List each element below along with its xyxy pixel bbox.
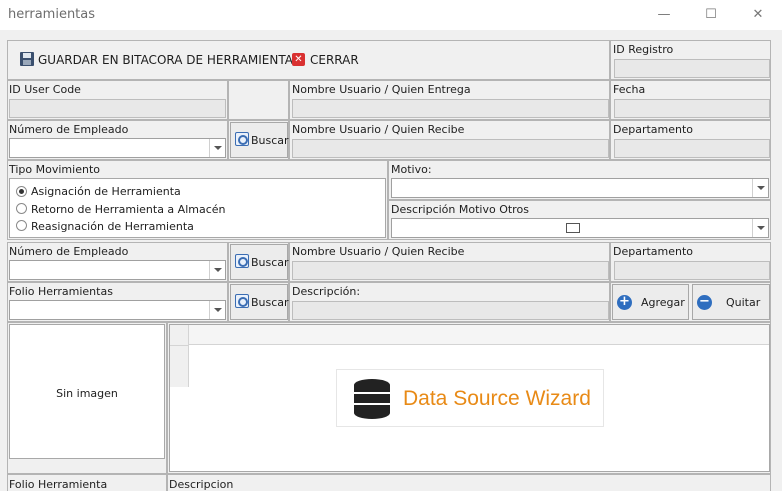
data-source-wizard-label: Data Source Wizard xyxy=(403,387,591,410)
chevron-down-icon[interactable] xyxy=(209,301,225,319)
folio-herramientas-combo[interactable] xyxy=(9,300,226,320)
radio-reasignacion-label[interactable]: Reasignación de Herramienta xyxy=(31,220,194,233)
fecha-field[interactable] xyxy=(614,99,770,118)
id-registro-field[interactable] xyxy=(614,59,770,78)
departamento-2-label: Departamento xyxy=(613,245,694,258)
departamento-field[interactable] xyxy=(614,139,770,158)
minus-icon: − xyxy=(697,295,712,310)
database-icon xyxy=(354,379,390,419)
chevron-down-icon[interactable] xyxy=(752,219,768,237)
close-icon: ✕ xyxy=(292,53,305,66)
folio-herramientas-label: Folio Herramientas xyxy=(9,285,113,298)
buscar-3-button-label: Buscar xyxy=(251,296,289,309)
nombre-recibe-2-label: Nombre Usuario / Quien Recibe xyxy=(292,245,465,258)
plus-icon: + xyxy=(617,295,632,310)
departamento-label: Departamento xyxy=(613,123,694,136)
save-icon xyxy=(20,52,34,66)
radio-asignacion-label[interactable]: Asignación de Herramienta xyxy=(31,185,181,198)
data-source-wizard-button[interactable]: Data Source Wizard xyxy=(336,369,604,427)
grid-header xyxy=(170,325,769,345)
motivo-combo[interactable] xyxy=(391,178,769,198)
search-icon xyxy=(235,132,249,146)
folio-herramienta-col-label: Folio Herramienta xyxy=(9,478,108,491)
numero-empleado-combo[interactable] xyxy=(9,138,226,158)
sin-imagen-label: Sin imagen xyxy=(56,387,118,400)
radio-retorno[interactable] xyxy=(16,203,27,214)
quitar-button-label: Quitar xyxy=(726,296,761,309)
radio-retorno-label[interactable]: Retorno de Herramienta a Almacén xyxy=(31,203,226,216)
descripcion-motivo-label: Descripción Motivo Otros xyxy=(391,203,529,216)
chevron-down-icon[interactable] xyxy=(209,139,225,157)
grid-row-indicator xyxy=(170,325,189,387)
numero-empleado-label: Número de Empleado xyxy=(9,123,129,136)
buscar-2-button-label: Buscar xyxy=(251,256,289,269)
buscar-button[interactable]: Buscar xyxy=(230,122,289,158)
agregar-button[interactable]: + Agregar xyxy=(612,284,689,320)
minimize-icon[interactable]: — xyxy=(652,4,676,26)
descripcion-motivo-combo[interactable] xyxy=(391,218,769,238)
motivo-label: Motivo: xyxy=(391,163,432,176)
id-user-code-label: ID User Code xyxy=(9,83,81,96)
chevron-down-icon[interactable] xyxy=(209,261,225,279)
descripcion-col xyxy=(167,474,771,491)
image-box[interactable]: Sin imagen xyxy=(9,324,165,459)
descripcion-col-label: Descripcion xyxy=(169,478,234,491)
close-button[interactable]: CERRAR xyxy=(310,53,359,67)
agregar-button-label: Agregar xyxy=(641,296,685,309)
save-button[interactable]: GUARDAR EN BITACORA DE HERRAMIENTAS xyxy=(38,53,301,67)
nombre-entrega-label: Nombre Usuario / Quien Entrega xyxy=(292,83,471,96)
close-window-icon[interactable]: ✕ xyxy=(746,4,770,26)
memo-icon xyxy=(566,223,580,233)
quitar-button[interactable]: − Quitar xyxy=(692,284,770,320)
descripcion-label: Descripción: xyxy=(292,285,361,298)
window-title: herramientas xyxy=(8,7,96,22)
id-user-code-field[interactable] xyxy=(9,99,226,118)
nombre-recibe-2-field[interactable] xyxy=(292,261,609,280)
search-icon xyxy=(235,254,249,268)
data-grid[interactable]: Data Source Wizard xyxy=(169,324,770,472)
radio-asignacion[interactable] xyxy=(16,186,27,197)
nombre-recibe-field[interactable] xyxy=(292,139,609,158)
buscar-3-button[interactable]: Buscar xyxy=(230,284,289,320)
chevron-down-icon[interactable] xyxy=(752,179,768,197)
id-registro-label: ID Registro xyxy=(613,43,674,56)
tipo-movimiento-label: Tipo Movimiento xyxy=(9,163,100,176)
nombre-entrega-field[interactable] xyxy=(292,99,609,118)
radio-reasignacion[interactable] xyxy=(16,220,27,231)
departamento-2-field[interactable] xyxy=(614,261,770,280)
buscar-2-button[interactable]: Buscar xyxy=(230,244,289,280)
numero-empleado-2-label: Número de Empleado xyxy=(9,245,129,258)
buscar-button-label: Buscar xyxy=(251,134,289,147)
search-icon xyxy=(235,294,249,308)
descripcion-field[interactable] xyxy=(292,301,609,320)
nombre-recibe-label: Nombre Usuario / Quien Recibe xyxy=(292,123,465,136)
numero-empleado-2-combo[interactable] xyxy=(9,260,226,280)
fecha-label: Fecha xyxy=(613,83,646,96)
empty-cell xyxy=(228,80,289,120)
maximize-icon[interactable]: ☐ xyxy=(699,4,723,26)
